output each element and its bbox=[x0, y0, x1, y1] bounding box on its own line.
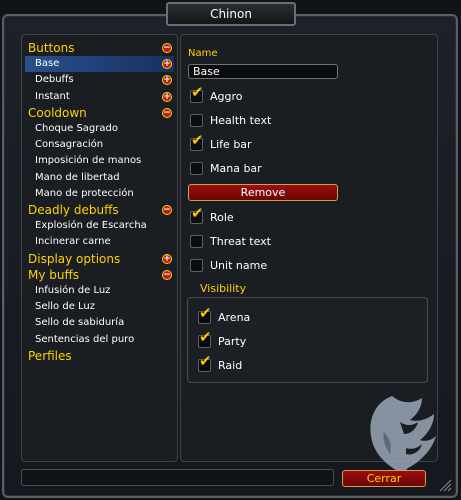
unit-name-checkbox[interactable]: ✔ Unit name bbox=[190, 259, 310, 275]
tree-item-mano-de-libertad[interactable]: Mano de libertad bbox=[25, 170, 174, 186]
tree-item-label: Instant bbox=[35, 90, 70, 102]
tree-item-incinerar-carne[interactable]: Incinerar carne bbox=[25, 234, 174, 250]
checkbox-box[interactable] bbox=[190, 162, 203, 175]
checkbox-box[interactable] bbox=[190, 114, 203, 127]
tree-item-mano-de-proteccion[interactable]: Mano de protección bbox=[25, 186, 174, 202]
tree-item-imposicion-de-manos[interactable]: Imposición de manos bbox=[25, 153, 174, 169]
status-input[interactable] bbox=[21, 469, 334, 486]
tree-item-label: Buttons bbox=[28, 41, 75, 55]
tree-item-sello-de-luz[interactable]: Sello de Luz bbox=[25, 299, 174, 315]
tree-item-label: Display options bbox=[28, 251, 121, 266]
check-icon: ✔ bbox=[199, 304, 212, 322]
checkbox-box[interactable] bbox=[190, 259, 203, 272]
expand-icon[interactable]: + bbox=[162, 91, 172, 102]
tree-item-label: Perfiles bbox=[28, 348, 72, 363]
life-bar-checkbox[interactable]: ✔ Life bar bbox=[190, 133, 310, 154]
check-icon: ✔ bbox=[191, 83, 204, 101]
checkbox-label: Life bar bbox=[210, 138, 252, 151]
tree-item-consagracion[interactable]: Consagración bbox=[25, 137, 174, 153]
tree-item-explosion-de-escarcha[interactable]: Explosión de Escarcha bbox=[25, 218, 174, 234]
tree-item-label: Sello de sabiduría bbox=[35, 317, 125, 329]
tree-item-choque-sagrado[interactable]: Choque Sagrado bbox=[25, 121, 174, 137]
tree-item-my-buffs[interactable]: My buffs − bbox=[25, 267, 174, 283]
tree-item-label: Sello de Luz bbox=[35, 301, 96, 313]
tree-item-deadly-debuffs[interactable]: Deadly debuffs − bbox=[25, 202, 174, 218]
tree-item-perfiles[interactable]: Perfiles bbox=[25, 348, 174, 364]
checkbox-label: Raid bbox=[218, 359, 243, 372]
tree-item-label: Infusión de Luz bbox=[35, 285, 111, 296]
remove-button[interactable]: Remove bbox=[188, 184, 338, 201]
checkbox-label: Threat text bbox=[210, 235, 271, 248]
tree-item-label: Incinerar carne bbox=[35, 236, 111, 248]
arena-checkbox[interactable]: ✔ Arena bbox=[198, 306, 298, 327]
name-label: Name bbox=[188, 48, 218, 59]
tree-item-display-options[interactable]: Display options + bbox=[25, 251, 174, 267]
tree-item-label: Consagración bbox=[35, 139, 104, 151]
checkbox-label: Role bbox=[210, 211, 234, 224]
checkbox-label: Aggro bbox=[210, 90, 243, 103]
tree-item-label: Choque Sagrado bbox=[35, 123, 118, 134]
check-icon: ✔ bbox=[191, 131, 204, 149]
collapse-icon[interactable]: − bbox=[162, 205, 172, 215]
window-title[interactable]: Chinon bbox=[166, 2, 296, 26]
check-icon: ✔ bbox=[199, 328, 212, 346]
threat-text-checkbox[interactable]: ✔ Threat text bbox=[190, 235, 310, 251]
checkbox-label: Party bbox=[218, 335, 247, 348]
checkbox-box[interactable] bbox=[190, 235, 203, 248]
check-icon: ✔ bbox=[191, 204, 204, 222]
raid-checkbox[interactable]: ✔ Raid bbox=[198, 354, 298, 375]
check-icon: ✔ bbox=[199, 352, 212, 370]
tree-item-label: Cooldown bbox=[28, 105, 87, 120]
collapse-icon[interactable]: − bbox=[162, 43, 172, 53]
resize-grip-icon[interactable] bbox=[436, 476, 452, 492]
expand-icon[interactable]: + bbox=[162, 253, 172, 264]
tree-item-sentencias-del-puro[interactable]: Sentencias del puro bbox=[25, 332, 174, 348]
collapse-icon[interactable]: − bbox=[162, 107, 172, 118]
health-text-checkbox[interactable]: ✔ Health text bbox=[190, 114, 310, 130]
tree-item-base[interactable]: Base + bbox=[25, 56, 174, 73]
tree-item-label: Sentencias del puro bbox=[35, 333, 135, 345]
tree-item-cooldown[interactable]: Cooldown − bbox=[25, 105, 174, 121]
tree-item-sello-de-sabiduria[interactable]: Sello de sabiduría bbox=[25, 315, 174, 331]
tree-item-infusion-de-luz[interactable]: Infusión de Luz bbox=[25, 283, 174, 299]
tree-item-label: My buffs bbox=[28, 267, 80, 282]
tree-item-instant[interactable]: Instant + bbox=[25, 89, 174, 105]
checkbox-label: Mana bar bbox=[210, 162, 262, 175]
mana-bar-checkbox[interactable]: ✔ Mana bar bbox=[190, 162, 310, 178]
checkbox-label: Health text bbox=[210, 114, 272, 127]
tree-item-label: Debuffs bbox=[35, 74, 74, 86]
options-tree-panel: Buttons − Base + Debuffs + Instant + Cooldown − Ch… bbox=[21, 34, 178, 462]
aggro-checkbox[interactable]: ✔ Aggro bbox=[190, 85, 310, 106]
name-input[interactable] bbox=[188, 64, 338, 79]
tree-item-label: Imposición de manos bbox=[35, 155, 142, 167]
collapse-icon[interactable]: − bbox=[162, 269, 172, 280]
tree-item-label: Explosión de Escarcha bbox=[35, 220, 147, 232]
lion-head-emblem-icon bbox=[370, 396, 436, 478]
close-button[interactable]: Cerrar bbox=[342, 470, 426, 487]
role-checkbox[interactable]: ✔ Role bbox=[190, 206, 310, 227]
party-checkbox[interactable]: ✔ Party bbox=[198, 330, 298, 351]
tree-item-label: Base bbox=[35, 58, 60, 70]
checkbox-label: Arena bbox=[218, 311, 251, 324]
expand-icon[interactable]: + bbox=[162, 59, 172, 70]
tree-item-buttons[interactable]: Buttons − bbox=[25, 40, 174, 56]
tree-item-label: Deadly debuffs bbox=[28, 203, 119, 217]
tree-item-label: Mano de libertad bbox=[35, 171, 120, 183]
expand-icon[interactable]: + bbox=[162, 75, 172, 86]
checkbox-label: Unit name bbox=[210, 259, 268, 272]
tree-item-label: Mano de protección bbox=[35, 187, 134, 199]
visibility-label: Visibility bbox=[200, 282, 247, 295]
tree-item-debuffs[interactable]: Debuffs + bbox=[25, 72, 174, 88]
